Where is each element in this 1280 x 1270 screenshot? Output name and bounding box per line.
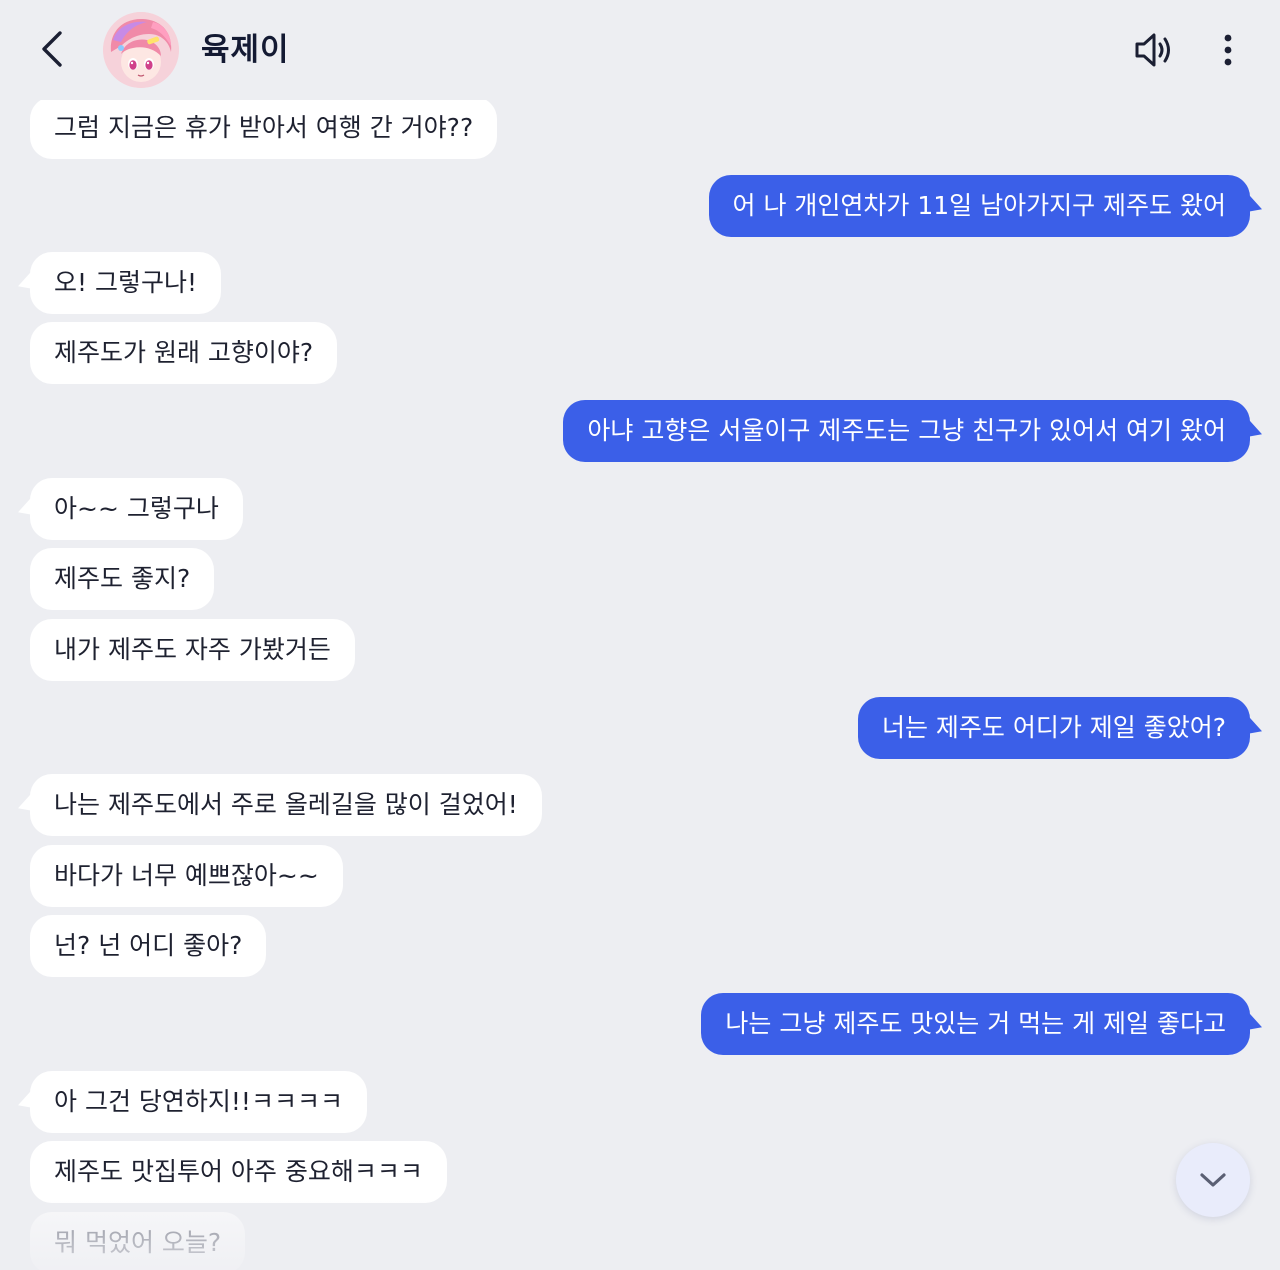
- more-options-button[interactable]: [1207, 26, 1249, 74]
- avatar[interactable]: [103, 12, 179, 88]
- anime-character-avatar-icon: [103, 12, 179, 88]
- back-button[interactable]: [30, 26, 74, 72]
- bot-message[interactable]: 내가 제주도 자주 가봤거든: [30, 619, 355, 681]
- bot-message[interactable]: 넌? 넌 어디 좋아?: [30, 915, 267, 977]
- bot-message[interactable]: 아~~ 그렇구나: [30, 478, 243, 540]
- chat-header: 육제이: [0, 0, 1280, 100]
- bot-message[interactable]: 제주도 맛집투어 아주 중요해ㅋㅋㅋ: [30, 1141, 447, 1203]
- chat-screen: 육제이 그럼 지금은 휴가 받아서 여행 간 거야?? 어 나 개인연차가 11…: [0, 0, 1280, 1270]
- user-message[interactable]: 너는 제주도 어디가 제일 좋았어?: [857, 697, 1250, 759]
- user-message[interactable]: 아냐 고향은 서울이구 제주도는 그냥 친구가 있어서 여기 왔어: [563, 400, 1250, 462]
- bot-message[interactable]: 그럼 지금은 휴가 받아서 여행 간 거야??: [30, 97, 498, 159]
- chat-title: 육제이: [201, 32, 290, 68]
- user-message[interactable]: 나는 그냥 제주도 맛있는 거 먹는 게 제일 좋다고: [701, 993, 1250, 1055]
- scroll-to-bottom-button[interactable]: [1176, 1143, 1250, 1217]
- bot-message[interactable]: 제주도가 원래 고향이야?: [30, 322, 338, 384]
- vertical-dots-icon: [1224, 34, 1232, 66]
- user-message[interactable]: 어 나 개인연차가 11일 남아가지구 제주도 왔어: [708, 175, 1250, 237]
- speaker-icon: [1135, 33, 1170, 67]
- bot-message[interactable]: 아 그건 당연하지!!ㅋㅋㅋㅋ: [30, 1071, 367, 1133]
- chevron-left-icon: [42, 31, 62, 67]
- sound-button[interactable]: [1128, 26, 1180, 74]
- bot-message[interactable]: 오! 그렇구나!: [30, 252, 221, 314]
- bot-message[interactable]: 제주도 좋지?: [30, 548, 215, 610]
- chevron-down-icon: [1200, 1173, 1226, 1187]
- bot-message[interactable]: 뭐 먹었어 오늘?: [30, 1212, 246, 1270]
- bot-message[interactable]: 바다가 너무 예쁘잖아~~: [30, 845, 343, 907]
- bot-message[interactable]: 나는 제주도에서 주로 올레길을 많이 걸었어!: [30, 774, 542, 836]
